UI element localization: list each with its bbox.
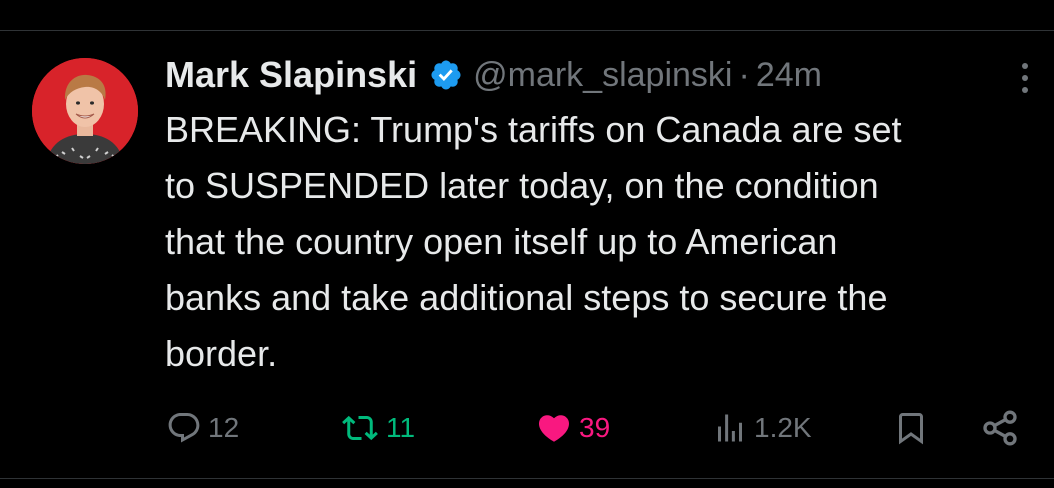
tweet-text: BREAKING: Trump's tariffs on Canada are … xyxy=(165,109,902,374)
like-count: 39 xyxy=(579,412,611,443)
separator-dot: · xyxy=(738,55,750,94)
like-button[interactable]: 39 xyxy=(535,400,610,456)
more-icon[interactable] xyxy=(1010,58,1040,98)
views-button[interactable]: 1.2K xyxy=(712,400,812,456)
retweet-icon xyxy=(340,410,380,446)
display-name[interactable]: Mark Slapinski xyxy=(165,54,417,96)
bottom-divider xyxy=(0,478,1054,479)
retweet-count: 11 xyxy=(386,412,416,443)
verified-badge-icon xyxy=(429,58,463,92)
tweet-header: Mark Slapinski @mark_slapinski · 24m xyxy=(165,52,822,98)
share-button[interactable] xyxy=(980,400,1020,456)
share-icon xyxy=(980,408,1020,448)
bookmark-button[interactable] xyxy=(893,400,929,456)
timestamp[interactable]: 24m xyxy=(756,56,822,95)
reply-count: 12 xyxy=(208,412,240,443)
action-bar: 12 11 39 1.2K xyxy=(0,400,1054,456)
views-count: 1.2K xyxy=(754,412,812,443)
retweet-button[interactable]: 11 xyxy=(340,400,415,456)
bookmark-icon xyxy=(893,410,929,446)
heart-icon xyxy=(535,410,573,446)
reply-icon xyxy=(166,410,202,446)
views-icon xyxy=(712,410,748,446)
reply-button[interactable]: 12 xyxy=(166,400,239,456)
avatar[interactable] xyxy=(32,58,138,164)
top-divider xyxy=(0,30,1054,31)
handle[interactable]: @mark_slapinski xyxy=(473,56,732,95)
